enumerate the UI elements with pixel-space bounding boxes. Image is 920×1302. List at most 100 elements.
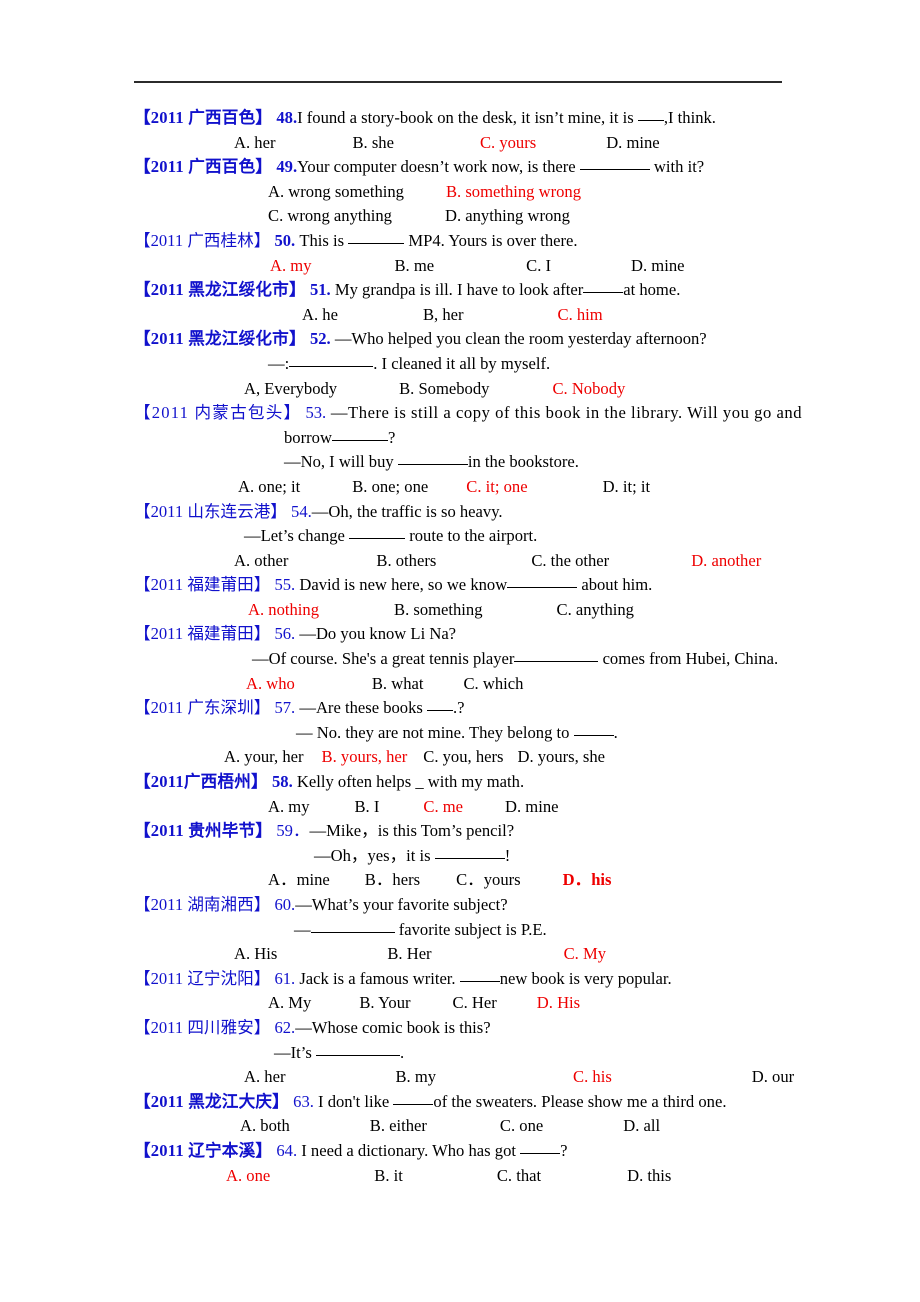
option-d[interactable]: D. mine: [505, 797, 558, 816]
option-b[interactable]: B. something wrong: [446, 182, 581, 201]
option-b[interactable]: B. something: [394, 600, 483, 619]
option-b[interactable]: B．hers: [365, 870, 420, 889]
stem-part-2: at home.: [623, 280, 681, 300]
question-stem: 【2011 广西百色】 49.Your computer doesn’t wor…: [134, 155, 834, 180]
option-a[interactable]: A. one; it: [238, 477, 300, 496]
stem-part-3: ?: [387, 427, 396, 447]
option-c[interactable]: C. one: [500, 1116, 543, 1135]
option-a[interactable]: A. who: [246, 674, 295, 693]
option-b[interactable]: B. either: [370, 1116, 427, 1135]
option-c[interactable]: C．yours: [456, 870, 521, 889]
source-tag: 【2011 广西百色】: [134, 108, 273, 127]
option-a[interactable]: A. her: [234, 133, 275, 152]
option-c[interactable]: C. yours: [480, 133, 536, 152]
question-stem: 【2011 广西桂林】 50. This is MP4. Yours is ov…: [134, 229, 834, 254]
option-b[interactable]: B. I: [354, 797, 379, 816]
option-b[interactable]: B. it: [374, 1166, 403, 1185]
option-c[interactable]: C. his: [573, 1067, 612, 1086]
option-a[interactable]: A. nothing: [248, 600, 319, 619]
options-row: A. who B. what C. which: [134, 672, 834, 697]
option-c[interactable]: C. wrong anything: [268, 206, 392, 225]
option-a[interactable]: A, Everybody: [244, 379, 337, 398]
option-d[interactable]: D．his: [563, 870, 612, 889]
question-stem-line-2: —Oh，yes，it is !: [134, 844, 834, 869]
option-c[interactable]: C. him: [558, 305, 603, 324]
question-block-52: 【2011 黑龙江绥化市】 52. —Who helped you clean …: [134, 327, 834, 401]
option-c[interactable]: C. me: [423, 797, 463, 816]
option-d[interactable]: D. anything wrong: [445, 206, 570, 225]
option-d[interactable]: D. His: [537, 993, 580, 1012]
option-b[interactable]: B. my: [395, 1067, 436, 1086]
option-c[interactable]: C. you, hers: [423, 747, 503, 766]
option-c[interactable]: C. I: [526, 256, 551, 275]
option-a[interactable]: A. he: [302, 305, 338, 324]
option-d[interactable]: D. yours, she: [517, 747, 605, 766]
answer-blank: [637, 109, 664, 121]
question-stem: 【2011 黑龙江大庆】 63. I don't like of the swe…: [134, 1090, 834, 1115]
option-b[interactable]: B, her: [423, 305, 464, 324]
option-c[interactable]: C. Her: [453, 993, 497, 1012]
option-d[interactable]: D. another: [691, 551, 761, 570]
options-row: A. he B, her C. him: [134, 303, 834, 328]
option-b[interactable]: B. Her: [387, 944, 431, 963]
question-block-51: 【2011 黑龙江绥化市】 51. My grandpa is ill. I h…: [134, 278, 834, 327]
stem-part-1: I found a story-book on the desk, it isn…: [297, 108, 638, 127]
question-number: 55.: [274, 575, 296, 595]
option-b[interactable]: B. Your: [359, 993, 410, 1012]
option-d[interactable]: D. our: [752, 1067, 794, 1086]
options-row: A．mine B．hers C．yours D．his: [134, 868, 834, 893]
option-a[interactable]: A. your, her: [224, 747, 304, 766]
option-c[interactable]: C. which: [463, 674, 523, 693]
question-stem: 【2011 四川雅安】 62.—Whose comic book is this…: [134, 1016, 834, 1041]
option-c[interactable]: C. Nobody: [552, 379, 625, 398]
stem-part-2: —Let’s change: [244, 526, 350, 546]
option-a[interactable]: A. both: [240, 1116, 290, 1135]
option-d[interactable]: D. mine: [606, 133, 659, 152]
stem-part-2: —Oh，yes，it is: [314, 845, 435, 865]
question-number: 51.: [309, 280, 331, 300]
question-stem-line-2: —Let’s change route to the airport.: [134, 524, 834, 549]
option-c[interactable]: C. anything: [557, 600, 634, 619]
document-page: 【2011 广西百色】 48.I found a story-book on t…: [0, 0, 920, 1302]
option-b[interactable]: B. what: [372, 674, 424, 693]
option-a[interactable]: A. other: [234, 551, 288, 570]
question-number: 52.: [309, 329, 331, 349]
header-divider: [134, 81, 782, 83]
option-d[interactable]: D. all: [623, 1116, 660, 1135]
stem-part-2: .?: [453, 698, 465, 718]
option-c[interactable]: C. it; one: [466, 477, 527, 496]
option-b[interactable]: B. yours, her: [322, 747, 408, 766]
source-tag: 【2011 辽宁沈阳】: [134, 968, 271, 988]
option-a[interactable]: A. one: [226, 1166, 270, 1185]
option-d[interactable]: D. this: [627, 1166, 671, 1185]
stem-part-4: —No, I will buy: [284, 452, 398, 472]
option-c[interactable]: C. My: [564, 944, 606, 963]
option-a[interactable]: A. His: [234, 944, 277, 963]
option-a[interactable]: A. my: [268, 797, 309, 816]
option-c[interactable]: C. the other: [531, 551, 609, 570]
stem-part-4: .: [613, 722, 618, 742]
option-a[interactable]: A. My: [268, 993, 311, 1012]
option-d[interactable]: D. it; it: [603, 477, 650, 496]
answer-blank: [507, 576, 578, 589]
option-a[interactable]: A. her: [244, 1067, 285, 1086]
source-tag: 【2011 山东连云港】: [134, 501, 287, 521]
options-row: A, Everybody B. Somebody C. Nobody: [134, 377, 834, 402]
question-number: 60.: [274, 895, 296, 914]
option-a[interactable]: A. my: [270, 256, 311, 275]
option-a[interactable]: A. wrong something: [268, 182, 404, 201]
option-d[interactable]: D. mine: [631, 256, 684, 275]
option-b[interactable]: B. she: [352, 133, 393, 152]
source-tag: 【2011 贵州毕节】: [134, 821, 273, 841]
answer-blank: [349, 527, 406, 540]
options-row-2: C. wrong anything D. anything wrong: [134, 204, 834, 229]
option-b[interactable]: B. me: [394, 256, 434, 275]
option-b[interactable]: B. Somebody: [399, 379, 489, 398]
option-a[interactable]: A．mine: [268, 870, 330, 889]
stem-part-1: —Who helped you clean the room yesterday…: [330, 329, 707, 349]
option-c[interactable]: C. that: [497, 1166, 541, 1185]
question-stem: 【2011 山东连云港】 54.—Oh, the traffic is so h…: [134, 500, 834, 525]
answer-blank: [289, 355, 374, 367]
option-b[interactable]: B. one; one: [352, 477, 428, 496]
option-b[interactable]: B. others: [376, 551, 436, 570]
